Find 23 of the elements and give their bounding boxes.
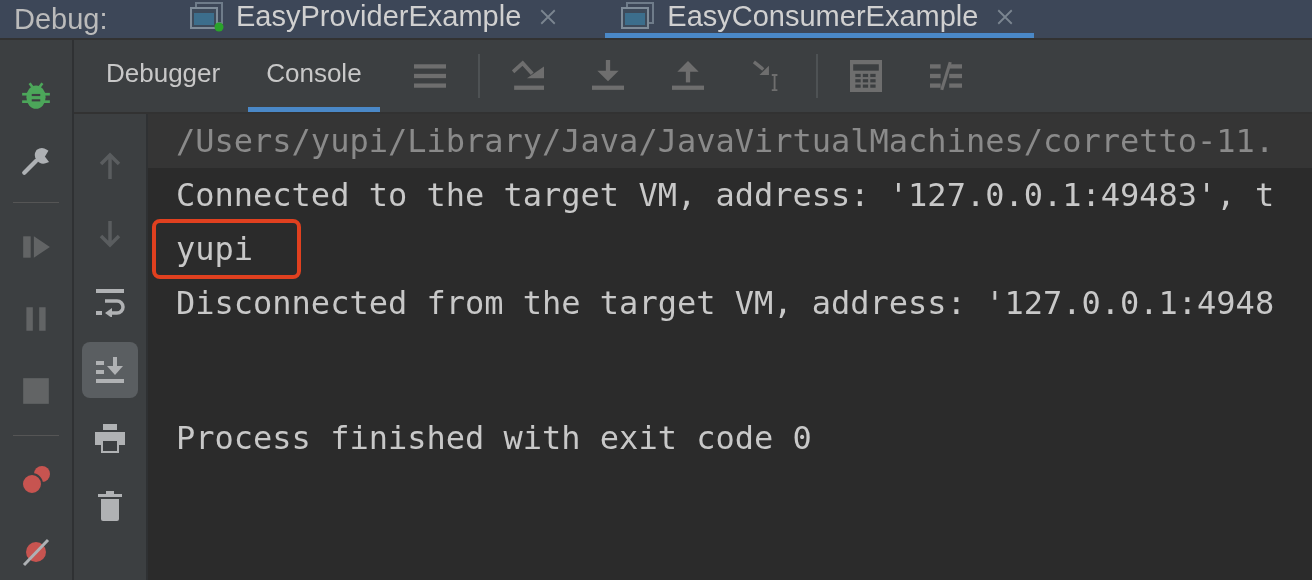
output-line: Process finished with exit code 0 — [176, 419, 812, 457]
scroll-to-end-icon — [95, 355, 125, 385]
output-line: Disconnected from the target VM, address: '127.0.0.1:4948 — [176, 284, 1275, 322]
scroll-to-end-button[interactable] — [82, 342, 138, 398]
breakpoints-icon[interactable] — [20, 464, 52, 496]
soft-wrap-icon — [95, 287, 125, 317]
tool-tab[interactable]: Debugger — [88, 40, 239, 112]
output-line: yupi — [176, 230, 254, 268]
close-icon[interactable] — [996, 7, 1015, 26]
close-icon[interactable] — [539, 7, 558, 26]
mute-breakpoints-icon[interactable] — [20, 536, 52, 568]
step-into-icon[interactable] — [591, 60, 624, 92]
wrench-icon[interactable] — [20, 145, 52, 177]
step-out-icon[interactable] — [671, 60, 704, 92]
calculator-icon[interactable] — [849, 60, 882, 92]
trace-icon[interactable] — [929, 60, 962, 92]
debug-label: Debug: — [13, 1, 109, 37]
output-line: Connected to the target VM, address: '127.0.0.1:49483', t — [176, 176, 1275, 214]
trash-icon — [95, 491, 125, 521]
command-line: /Users/yupi/Library/Java/JavaVirtualMachines/corretto-11. — [176, 122, 1275, 160]
session-tab[interactable]: EasyProviderExample — [174, 0, 578, 38]
step-over-icon[interactable] — [511, 60, 544, 92]
printer-icon — [95, 423, 125, 453]
